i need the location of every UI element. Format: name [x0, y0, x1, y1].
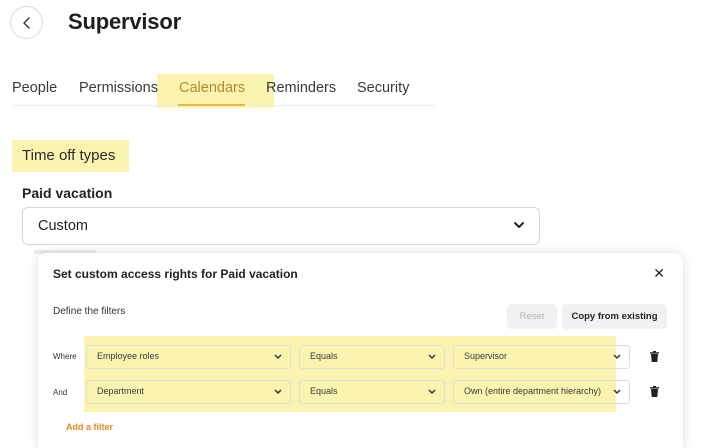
panel-title: Set custom access rights for Paid vacati…	[53, 267, 298, 281]
section-title: Time off types	[22, 147, 116, 164]
add-filter-link[interactable]: Add a filter	[66, 422, 113, 432]
filter-value-text: Own (entire department hierarchy)	[464, 386, 602, 396]
filter-connector: And	[53, 388, 68, 397]
chevron-left-icon	[22, 16, 30, 29]
filter-operator-value: Equals	[310, 386, 338, 396]
panel-subtitle: Define the filters	[53, 306, 126, 317]
trash-icon[interactable]	[650, 351, 659, 362]
chevron-down-icon	[274, 389, 282, 395]
tab-permissions[interactable]: Permissions	[79, 80, 158, 96]
back-button[interactable]	[10, 6, 43, 39]
trash-icon[interactable]	[650, 386, 659, 397]
copy-from-existing-button[interactable]: Copy from existing	[562, 304, 667, 329]
filter-field-value: Employee roles	[97, 351, 160, 361]
filter-connector: Where	[53, 352, 77, 361]
tab-people[interactable]: People	[12, 80, 57, 96]
tab-security[interactable]: Security	[357, 80, 409, 96]
paid-vacation-select[interactable]: Custom	[22, 207, 540, 245]
chevron-down-icon	[274, 354, 282, 360]
chevron-down-icon	[613, 389, 621, 395]
tab-bar: People Permissions Calendars Reminders S…	[12, 72, 436, 106]
filter-operator-select[interactable]: Equals	[299, 380, 445, 404]
paid-vacation-value: Custom	[38, 218, 88, 234]
filter-field-select[interactable]: Employee roles	[86, 345, 291, 369]
chevron-down-icon	[613, 354, 621, 360]
chevron-down-icon	[428, 354, 436, 360]
page-title: Supervisor	[68, 9, 181, 34]
tab-calendars[interactable]: Calendars	[179, 80, 245, 96]
reset-button[interactable]: Reset	[507, 304, 557, 329]
chevron-down-icon	[514, 222, 524, 228]
custom-access-panel: Set custom access rights for Paid vacati…	[38, 253, 683, 448]
close-icon[interactable]: ✕	[653, 265, 665, 282]
tab-reminders[interactable]: Reminders	[266, 80, 336, 96]
filter-operator-value: Equals	[310, 351, 338, 361]
active-tab-indicator	[178, 104, 245, 106]
filter-field-select[interactable]: Department	[86, 380, 291, 404]
filter-operator-select[interactable]: Equals	[299, 345, 445, 369]
filter-field-value: Department	[97, 386, 145, 396]
paid-vacation-label: Paid vacation	[22, 185, 113, 201]
filter-value-select[interactable]: Own (entire department hierarchy)	[453, 380, 630, 404]
filter-value-text: Supervisor	[464, 351, 508, 361]
chevron-down-icon	[428, 389, 436, 395]
filter-value-select[interactable]: Supervisor	[453, 345, 630, 369]
